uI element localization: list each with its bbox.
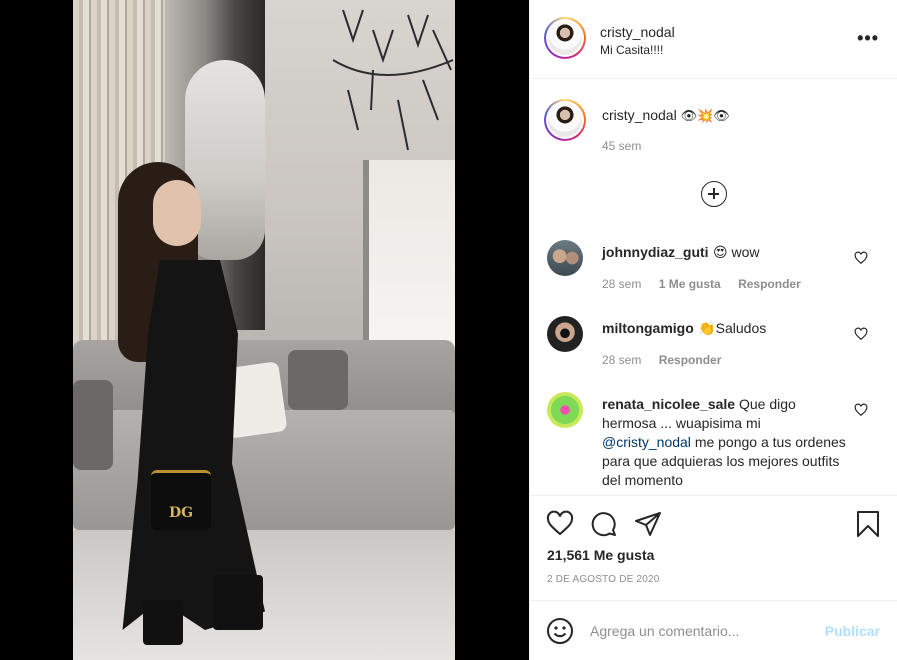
avatar[interactable] bbox=[547, 392, 583, 428]
pillow bbox=[73, 380, 113, 470]
caption-text: 👁💥👁 bbox=[680, 108, 730, 123]
comment-username[interactable]: renata_nicolee_sale bbox=[602, 396, 735, 412]
caption: cristy_nodal 👁💥👁 bbox=[602, 107, 730, 124]
post-date[interactable]: 2 DE AGOSTO DE 2020 bbox=[547, 574, 660, 585]
comment-username[interactable]: miltongamigo bbox=[602, 320, 694, 336]
photo-area: DG bbox=[0, 0, 529, 660]
pillow bbox=[288, 350, 348, 410]
post-sidebar: cristy_nodal Mi Casita!!!! ••• cristy_no… bbox=[529, 0, 897, 660]
avatar[interactable] bbox=[544, 99, 586, 141]
caption-timestamp[interactable]: 45 sem bbox=[602, 139, 641, 153]
reply-button[interactable]: Responder bbox=[738, 277, 801, 291]
heart-icon[interactable] bbox=[854, 403, 868, 417]
doorway bbox=[363, 160, 455, 360]
save-icon[interactable] bbox=[854, 510, 882, 538]
post-photo[interactable]: DG bbox=[73, 0, 455, 660]
shoe bbox=[213, 575, 263, 630]
comment-likes[interactable]: 1 Me gusta bbox=[659, 277, 721, 291]
comment-input[interactable] bbox=[590, 617, 810, 645]
caption-username[interactable]: cristy_nodal bbox=[602, 107, 677, 123]
comment-composer: Publicar bbox=[530, 600, 897, 660]
comment-text: 😍 wow bbox=[713, 244, 760, 260]
woman-face bbox=[153, 180, 201, 246]
avatar[interactable] bbox=[547, 316, 583, 352]
header-location[interactable]: Mi Casita!!!! bbox=[600, 43, 663, 57]
post-actions: 21,561 Me gusta 2 DE AGOSTO DE 2020 bbox=[530, 495, 897, 600]
comment-icon[interactable] bbox=[590, 510, 618, 538]
more-options-icon[interactable]: ••• bbox=[857, 28, 879, 49]
heart-icon[interactable] bbox=[854, 251, 868, 265]
avatar[interactable] bbox=[544, 17, 586, 59]
publish-button[interactable]: Publicar bbox=[825, 623, 880, 639]
handbag bbox=[151, 470, 211, 530]
heart-icon[interactable] bbox=[546, 510, 574, 538]
bag-logo: DG bbox=[169, 505, 194, 521]
like-count[interactable]: 21,561 Me gusta bbox=[547, 547, 654, 563]
reply-button[interactable]: Responder bbox=[659, 353, 722, 367]
comment-text: 👏Saludos bbox=[698, 320, 767, 336]
comments-list[interactable]: cristy_nodal 👁💥👁 45 sem johnnydiaz_guti … bbox=[530, 80, 897, 495]
chandelier bbox=[332, 9, 454, 151]
share-icon[interactable] bbox=[634, 510, 662, 538]
comment-timestamp[interactable]: 28 sem bbox=[602, 277, 641, 291]
heart-icon[interactable] bbox=[854, 327, 868, 341]
mention-link[interactable]: @cristy_nodal bbox=[602, 434, 691, 450]
comment-timestamp[interactable]: 28 sem bbox=[602, 353, 641, 367]
avatar[interactable] bbox=[547, 240, 583, 276]
post-header: cristy_nodal Mi Casita!!!! ••• bbox=[530, 0, 897, 79]
comment-username[interactable]: johnnydiaz_guti bbox=[602, 244, 709, 260]
load-more-icon[interactable] bbox=[701, 181, 727, 207]
comment-meta: 28 sem 1 Me gusta Responder bbox=[602, 277, 815, 291]
emoji-icon[interactable] bbox=[546, 617, 574, 645]
shoe bbox=[143, 600, 183, 645]
header-username[interactable]: cristy_nodal bbox=[600, 24, 675, 40]
comment-meta: 28 sem Responder bbox=[602, 353, 735, 367]
